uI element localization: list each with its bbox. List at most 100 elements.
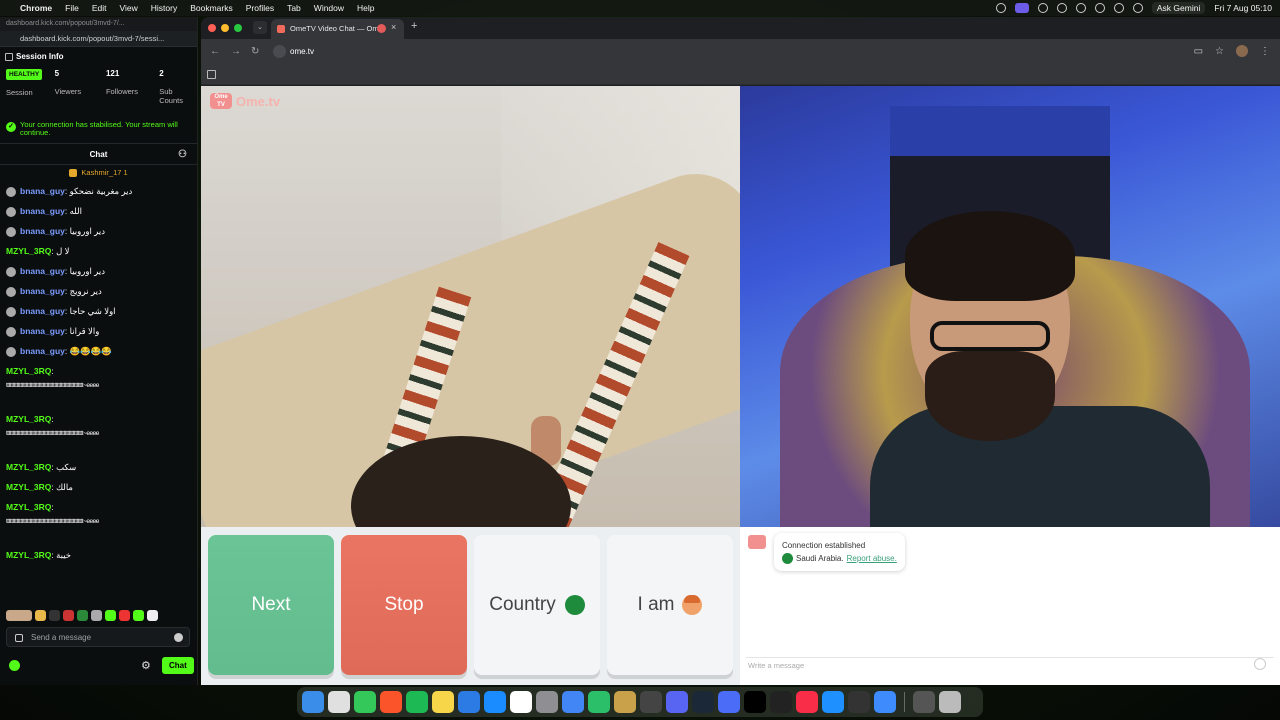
maximize-window-button[interactable] bbox=[234, 24, 242, 32]
spotify-icon[interactable] bbox=[406, 691, 428, 713]
steam-icon[interactable] bbox=[692, 691, 714, 713]
appstore-icon[interactable] bbox=[484, 691, 506, 713]
emoji-icon[interactable] bbox=[174, 633, 183, 642]
kick-logo-icon[interactable] bbox=[9, 660, 20, 671]
status-icon-1[interactable] bbox=[995, 3, 1006, 13]
chat-username[interactable]: bnana_guy bbox=[20, 186, 65, 196]
status-icon-2[interactable] bbox=[1037, 3, 1048, 13]
launchpad-icon[interactable] bbox=[328, 691, 350, 713]
minimize-window-button[interactable] bbox=[221, 24, 229, 32]
next-button[interactable]: Next bbox=[208, 535, 334, 675]
freeform-icon[interactable] bbox=[458, 691, 480, 713]
forward-icon[interactable]: → bbox=[231, 46, 241, 57]
status-active-icon[interactable] bbox=[1014, 3, 1029, 13]
menu-edit[interactable]: Edit bbox=[92, 3, 107, 13]
chat-username[interactable]: bnana_guy bbox=[20, 306, 65, 316]
brave-icon[interactable] bbox=[380, 691, 402, 713]
emote-icon[interactable] bbox=[35, 609, 46, 621]
chat-username[interactable]: MZYL_3RQ bbox=[6, 502, 51, 512]
davinci-icon[interactable] bbox=[848, 691, 870, 713]
tab-ometv[interactable]: OmeTV Video Chat — Ome × bbox=[271, 19, 404, 39]
chat-send-button[interactable]: Chat bbox=[162, 657, 194, 674]
trash-icon[interactable] bbox=[939, 691, 961, 713]
menu-app-name[interactable]: Chrome bbox=[20, 3, 52, 13]
menu-window[interactable]: Window bbox=[314, 3, 344, 13]
discord-icon[interactable] bbox=[666, 691, 688, 713]
chat-username[interactable]: MZYL_3RQ bbox=[6, 246, 51, 256]
emote-icon[interactable] bbox=[6, 609, 32, 621]
apps-grid-icon[interactable] bbox=[207, 70, 216, 79]
report-abuse-link[interactable]: Report abuse. bbox=[847, 552, 897, 565]
menu-help[interactable]: Help bbox=[357, 3, 374, 13]
menubar-clock[interactable]: Fri 7 Aug 05:10 bbox=[1214, 3, 1272, 13]
chat-username[interactable]: bnana_guy bbox=[20, 286, 65, 296]
pinned-user[interactable]: Kashmir_17 1 bbox=[0, 165, 197, 181]
tiktok-icon[interactable] bbox=[744, 691, 766, 713]
wifi-icon[interactable] bbox=[1094, 3, 1105, 13]
new-tab-button[interactable]: + bbox=[411, 20, 417, 32]
emote-icon[interactable] bbox=[147, 609, 158, 621]
facetime-icon[interactable] bbox=[588, 691, 610, 713]
close-tab-icon[interactable]: × bbox=[391, 22, 396, 32]
emote-icon[interactable] bbox=[77, 609, 88, 621]
close-window-button[interactable] bbox=[208, 24, 216, 32]
chat-username[interactable]: bnana_guy bbox=[20, 326, 65, 336]
settings-icon[interactable] bbox=[536, 691, 558, 713]
more-menu-icon[interactable]: ⋮ bbox=[1260, 46, 1270, 57]
emote-icon[interactable] bbox=[133, 609, 144, 621]
users-icon[interactable]: ⚇ bbox=[178, 149, 187, 160]
reload-icon[interactable]: ↻ bbox=[251, 46, 259, 57]
spotlight-icon[interactable] bbox=[1113, 3, 1124, 13]
chrome-icon[interactable] bbox=[562, 691, 584, 713]
emote-icon[interactable] bbox=[49, 609, 60, 621]
menu-history[interactable]: History bbox=[151, 3, 177, 13]
emote-icon[interactable] bbox=[105, 609, 116, 621]
country-button[interactable]: Country bbox=[474, 535, 600, 675]
profile-avatar[interactable] bbox=[1236, 45, 1248, 57]
menu-profiles[interactable]: Profiles bbox=[246, 3, 274, 13]
status-icon-4[interactable] bbox=[1075, 3, 1086, 13]
site-info-icon[interactable] bbox=[273, 45, 286, 58]
chat-username[interactable]: bnana_guy bbox=[20, 206, 65, 216]
image-icon[interactable] bbox=[15, 634, 23, 642]
menu-bookmarks[interactable]: Bookmarks bbox=[190, 3, 233, 13]
notion-icon[interactable] bbox=[510, 691, 532, 713]
emoji-icon[interactable] bbox=[1254, 658, 1266, 670]
bookmark-star-icon[interactable]: ☆ bbox=[1215, 46, 1224, 57]
downloads-icon[interactable] bbox=[913, 691, 935, 713]
back-icon[interactable]: ← bbox=[210, 46, 220, 57]
gender-button[interactable]: I am bbox=[607, 535, 733, 675]
emote-icon[interactable] bbox=[119, 609, 130, 621]
menu-view[interactable]: View bbox=[119, 3, 137, 13]
menu-tab[interactable]: Tab bbox=[287, 3, 301, 13]
cast-icon[interactable]: ▭ bbox=[1194, 46, 1203, 57]
write-message-input[interactable]: Write a message bbox=[748, 661, 804, 670]
safari-icon[interactable] bbox=[822, 691, 844, 713]
chat-message-list[interactable]: bnana_guy: دير مغربية نضحكو bnana_guy: ال… bbox=[0, 181, 197, 565]
messages-icon[interactable] bbox=[354, 691, 376, 713]
gear-icon[interactable]: ⚙ bbox=[141, 659, 151, 672]
kick-url[interactable]: dashboard.kick.com/popout/3mvd-7/sessi..… bbox=[0, 31, 197, 47]
notes-icon[interactable] bbox=[432, 691, 454, 713]
music-icon[interactable] bbox=[796, 691, 818, 713]
app-icon[interactable] bbox=[718, 691, 740, 713]
menu-file[interactable]: File bbox=[65, 3, 79, 13]
stacks-icon[interactable] bbox=[614, 691, 636, 713]
chat-username[interactable]: MZYL_3RQ bbox=[6, 366, 51, 376]
control-center-icon[interactable] bbox=[1132, 3, 1143, 13]
chat-username[interactable]: MZYL_3RQ bbox=[6, 462, 51, 472]
obs-icon[interactable] bbox=[640, 691, 662, 713]
send-message-input[interactable]: Send a message bbox=[6, 627, 190, 647]
chat-username[interactable]: MZYL_3RQ bbox=[6, 414, 51, 424]
emote-icon[interactable] bbox=[91, 609, 102, 621]
tab-search-icon[interactable]: ⌄ bbox=[253, 21, 267, 34]
capcut-icon[interactable] bbox=[770, 691, 792, 713]
address-bar[interactable]: ome.tv bbox=[290, 47, 314, 56]
chat-username[interactable]: MZYL_3RQ bbox=[6, 482, 51, 492]
finder-icon[interactable] bbox=[302, 691, 324, 713]
emote-icon[interactable] bbox=[63, 609, 74, 621]
ask-gemini-button[interactable]: Ask Gemini bbox=[1151, 2, 1206, 14]
chat-username[interactable]: bnana_guy bbox=[20, 266, 65, 276]
stop-button[interactable]: Stop bbox=[341, 535, 467, 675]
xcode-icon[interactable] bbox=[874, 691, 896, 713]
